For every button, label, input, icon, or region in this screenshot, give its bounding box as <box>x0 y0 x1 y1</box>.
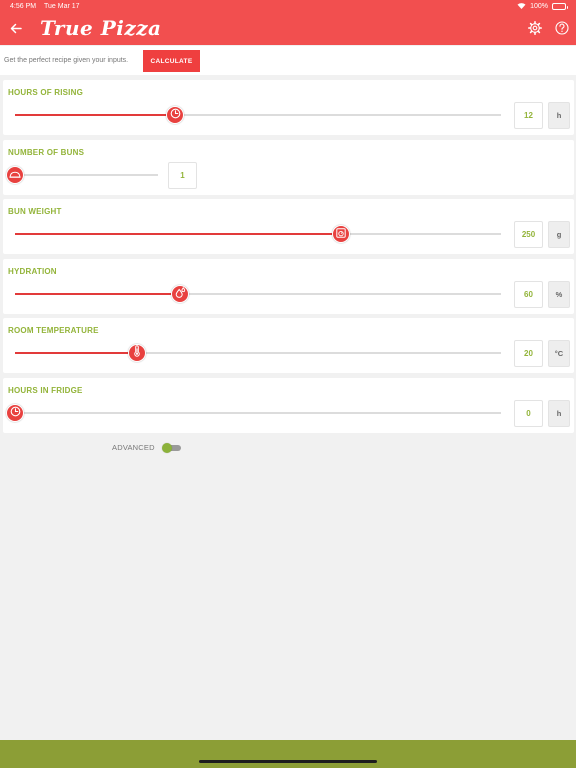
arrow-left-icon <box>10 21 22 39</box>
hours-in-fridge-slider[interactable] <box>6 404 501 422</box>
slider-thumb[interactable] <box>171 285 190 303</box>
status-time: 4:56 PM <box>10 3 37 10</box>
calculate-button[interactable]: CALCULATE <box>143 50 200 72</box>
intro-text: Get the perfect recipe given your inputs… <box>4 57 129 64</box>
hours-in-fridge-card: HOURS IN FRIDGE 0 h <box>3 378 574 433</box>
slider-fill <box>15 114 176 116</box>
slider-thumb[interactable] <box>6 404 24 422</box>
question-circle-icon <box>555 20 569 40</box>
slider-fill <box>15 293 181 295</box>
bun-weight-value[interactable]: 250 <box>514 221 543 248</box>
wifi-icon <box>517 2 526 11</box>
hydration-card: HYDRATION 60 % <box>3 259 574 314</box>
bun-weight-unit: g <box>548 221 570 248</box>
app-logo: True Pizza <box>40 16 162 40</box>
clock-icon <box>10 404 21 422</box>
slider-thumb[interactable] <box>6 166 24 184</box>
advanced-label: ADVANCED <box>112 443 155 452</box>
back-button[interactable] <box>6 21 26 39</box>
hours-of-rising-unit: h <box>548 102 570 129</box>
clock-icon <box>170 106 181 124</box>
thermometer-icon <box>133 344 141 362</box>
footer-bar <box>0 740 576 768</box>
card-title: NUMBER OF BUNS <box>8 148 85 157</box>
room-temperature-card: ROOM TEMPERATURE 20 °C <box>3 318 574 373</box>
status-date: Tue Mar 17 <box>44 3 80 10</box>
battery-icon <box>552 3 568 10</box>
status-bar: 4:56 PM Tue Mar 17 100% <box>0 0 576 14</box>
settings-button[interactable] <box>526 20 544 40</box>
hydration-unit: % <box>548 281 570 308</box>
number-of-buns-value[interactable]: 1 <box>168 162 197 189</box>
card-title: HYDRATION <box>8 267 57 276</box>
home-indicator <box>199 760 377 763</box>
advanced-row: ADVANCED <box>112 443 181 453</box>
bun-weight-slider[interactable] <box>15 225 501 243</box>
toggle-knob <box>161 443 172 453</box>
bun-weight-card: BUN WEIGHT 250 g <box>3 199 574 254</box>
status-indicators: 100% <box>517 2 568 11</box>
hydration-slider[interactable] <box>15 285 501 303</box>
card-title: HOURS IN FRIDGE <box>8 386 83 395</box>
intro-bar: Get the perfect recipe given your inputs… <box>0 46 576 75</box>
room-temperature-value[interactable]: 20 <box>514 340 543 367</box>
slider-fill <box>15 352 137 354</box>
hydration-value[interactable]: 60 <box>514 281 543 308</box>
battery-percent: 100% <box>530 3 548 10</box>
hours-of-rising-card: HOURS OF RISING 12 h <box>3 80 574 135</box>
water-drops-icon <box>175 285 186 303</box>
slider-thumb[interactable] <box>127 344 146 362</box>
gear-icon <box>528 20 542 40</box>
number-of-buns-card: NUMBER OF BUNS 1 <box>3 140 574 195</box>
slider-thumb[interactable] <box>331 225 350 243</box>
help-button[interactable] <box>553 20 571 40</box>
advanced-toggle[interactable] <box>161 443 181 453</box>
scale-icon <box>335 225 346 243</box>
slider-thumb[interactable] <box>166 106 185 124</box>
app-header: 4:56 PM Tue Mar 17 100% True Pizza <box>0 0 576 45</box>
slider-fill <box>15 233 341 235</box>
room-temperature-slider[interactable] <box>15 344 501 362</box>
hours-of-rising-value[interactable]: 12 <box>514 102 543 129</box>
hours-in-fridge-value[interactable]: 0 <box>514 400 543 427</box>
hours-of-rising-slider[interactable] <box>15 106 501 124</box>
number-of-buns-slider[interactable] <box>6 166 158 184</box>
room-temperature-unit: °C <box>548 340 570 367</box>
hours-in-fridge-unit: h <box>548 400 570 427</box>
bun-icon <box>9 166 21 184</box>
card-title: BUN WEIGHT <box>8 207 62 216</box>
card-title: HOURS OF RISING <box>8 88 84 97</box>
card-title: ROOM TEMPERATURE <box>8 326 99 335</box>
